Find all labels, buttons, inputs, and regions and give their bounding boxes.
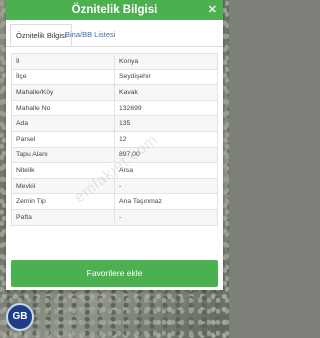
table-row: İlçe Seydişehir — [11, 68, 218, 86]
row-value: Seydişehir — [114, 68, 218, 86]
row-label: İlçe — [11, 68, 115, 86]
dialog-titlebar: Öznitelik Bilgisi ✕ — [6, 0, 223, 20]
row-label: Nitelik — [11, 162, 115, 179]
dialog-title: Öznitelik Bilgisi — [71, 4, 158, 16]
tab-bar: Öznitelik Bilgisi Bina/BB Listesi — [6, 20, 223, 47]
row-label: İl — [11, 53, 115, 70]
table-row: Mahalle/Köy Kavak — [11, 84, 218, 101]
row-value: Ana Taşınmaz — [114, 193, 218, 210]
row-value: - — [114, 208, 218, 226]
row-value: Kavak — [114, 84, 218, 101]
row-label: Ada — [11, 115, 115, 132]
row-label: Zemin Tip — [11, 193, 115, 210]
row-label: Mahalle No — [11, 99, 115, 117]
row-label: Parsel — [11, 130, 115, 148]
table-row: Mahalle No 132699 — [11, 99, 218, 117]
row-label: Mahalle/Köy — [11, 84, 115, 101]
table-row: Pafta - — [11, 208, 218, 226]
row-value: 132699 — [114, 99, 218, 117]
row-value: 12 — [114, 130, 218, 148]
close-icon[interactable]: ✕ — [208, 0, 217, 20]
attribute-table: İl Konya İlçe Seydişehir Mahalle/Köy Kavak … — [11, 53, 218, 226]
row-label: Mevkii — [11, 177, 115, 195]
table-row: Tapu Alanı 897,00 — [11, 146, 218, 164]
table-row: Nitelik Arsa — [11, 162, 218, 179]
row-value: Arsa — [114, 162, 218, 179]
table-row: Parsel 12 — [11, 130, 218, 148]
row-label: Tapu Alanı — [11, 146, 115, 164]
table-row: İl Konya — [11, 53, 218, 70]
row-value: Konya — [114, 53, 218, 70]
row-value: 897,00 — [114, 146, 218, 164]
attribute-info-dialog: Öznitelik Bilgisi ✕ Öznitelik Bilgisi Bi… — [6, 0, 223, 290]
add-to-favorites-button[interactable]: Favorilere ekle — [11, 260, 218, 287]
row-value: 135 — [114, 115, 218, 132]
row-label: Pafta — [11, 208, 115, 226]
brand-logo: GB — [6, 303, 34, 331]
table-row: Zemin Tip Ana Taşınmaz — [11, 193, 218, 210]
tab-building-list[interactable]: Bina/BB Listesi — [60, 24, 120, 46]
row-value: - — [114, 177, 218, 195]
table-row: Ada 135 — [11, 115, 218, 132]
table-row: Mevkii - — [11, 177, 218, 195]
